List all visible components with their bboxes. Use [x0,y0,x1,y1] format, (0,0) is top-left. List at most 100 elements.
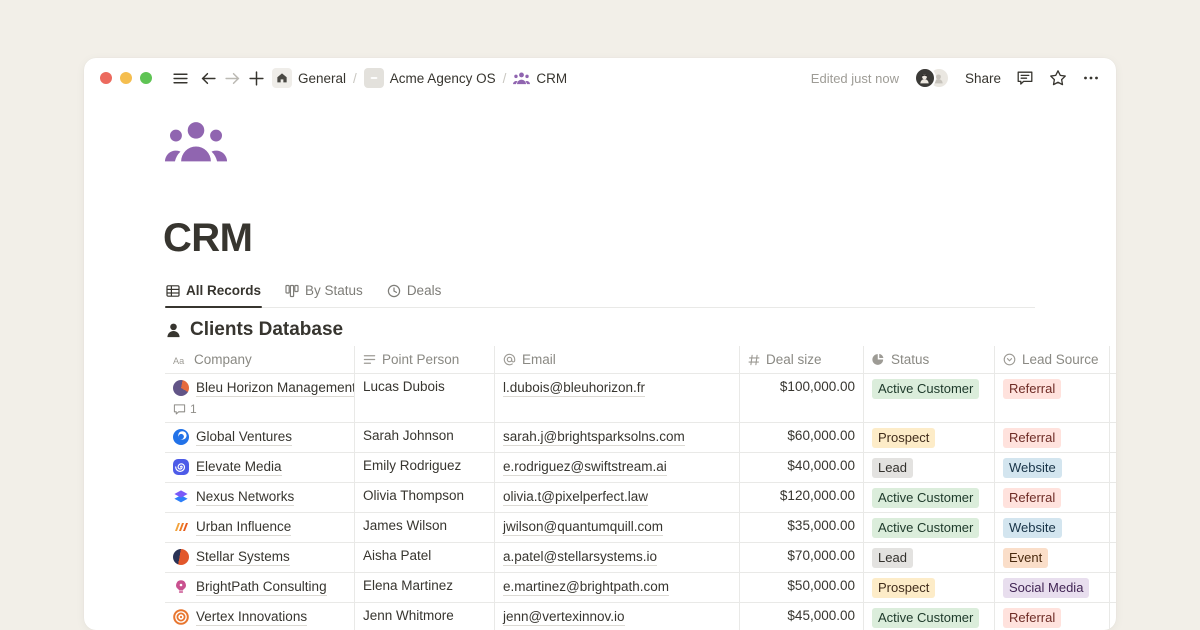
cell-status[interactable]: Prospect [864,423,995,452]
column-header-deal-size[interactable]: Deal size [740,346,864,373]
cell-email[interactable]: e.martinez@brightpath.com [495,573,740,602]
cell-lead-source[interactable]: Referral [995,483,1110,512]
cell-point-person[interactable]: Elena Martinez [355,573,495,602]
cell-deal-size[interactable]: $50,000.00 [740,573,864,602]
cell-point-person[interactable]: Sarah Johnson [355,423,495,452]
column-header-point-person[interactable]: Point Person [355,346,495,373]
source-tag[interactable]: Website [1003,458,1062,478]
forward-button[interactable] [220,66,244,90]
cell-lead-source[interactable]: Event [995,543,1110,572]
status-tag[interactable]: Active Customer [872,488,979,508]
email-link[interactable]: sarah.j@brightsparksolns.com [503,428,685,446]
breadcrumb-item-general[interactable]: General [272,68,346,88]
close-button[interactable] [100,72,112,84]
email-link[interactable]: e.martinez@brightpath.com [503,578,669,596]
status-tag[interactable]: Active Customer [872,608,979,628]
email-link[interactable]: jenn@vertexinnov.io [503,608,625,626]
cell-status[interactable]: Active Customer [864,374,995,422]
company-name[interactable]: Bleu Horizon Management [196,379,355,397]
cell-deal-size[interactable]: $100,000.00 [740,374,864,422]
column-header-company[interactable]: Aa Company [165,346,355,373]
cell-company[interactable]: Urban Influence [165,513,355,542]
source-tag[interactable]: Website [1003,518,1062,538]
source-tag[interactable]: Event [1003,548,1048,568]
cell-email[interactable]: olivia.t@pixelperfect.law [495,483,740,512]
cell-email[interactable]: sarah.j@brightsparksolns.com [495,423,740,452]
cell-lead-source[interactable]: Referral [995,423,1110,452]
company-name[interactable]: Elevate Media [196,458,282,476]
back-button[interactable] [196,66,220,90]
status-tag[interactable]: Active Customer [872,379,979,399]
cell-lead-source[interactable]: Referral [995,374,1110,422]
cell-status[interactable]: Active Customer [864,483,995,512]
cell-lead-source[interactable]: Social Media [995,573,1110,602]
email-link[interactable]: l.dubois@bleuhorizon.fr [503,379,645,397]
cell-company[interactable]: Elevate Media [165,453,355,482]
cell-deal-size[interactable]: $120,000.00 [740,483,864,512]
presence-avatars[interactable] [914,67,950,89]
cell-point-person[interactable]: James Wilson [355,513,495,542]
page-title[interactable]: CRM [163,216,252,261]
cell-deal-size[interactable]: $35,000.00 [740,513,864,542]
cell-email[interactable]: l.dubois@bleuhorizon.fr [495,374,740,422]
more-options-button[interactable] [1082,69,1100,87]
email-link[interactable]: e.rodriguez@swiftstream.ai [503,458,667,476]
comment-count-badge[interactable]: 1 [173,402,197,416]
tab-by-status[interactable]: By Status [284,279,364,307]
column-header-status[interactable]: Status [864,346,995,373]
cell-email[interactable]: e.rodriguez@swiftstream.ai [495,453,740,482]
new-page-button[interactable] [244,66,268,90]
favorite-button[interactable] [1049,69,1067,87]
cell-deal-size[interactable]: $45,000.00 [740,603,864,630]
cell-status[interactable]: Lead [864,543,995,572]
cell-email[interactable]: jenn@vertexinnov.io [495,603,740,630]
company-name[interactable]: Global Ventures [196,428,292,446]
status-tag[interactable]: Active Customer [872,518,979,538]
company-name[interactable]: Urban Influence [196,518,291,536]
cell-company[interactable]: Stellar Systems [165,543,355,572]
column-header-lead-source[interactable]: Lead Source [995,346,1110,373]
zoom-button[interactable] [140,72,152,84]
cell-point-person[interactable]: Aisha Patel [355,543,495,572]
cell-company[interactable]: Vertex Innovations [165,603,355,630]
company-name[interactable]: Stellar Systems [196,548,290,566]
cell-email[interactable]: jwilson@quantumquill.com [495,513,740,542]
cell-lead-source[interactable]: Referral [995,603,1110,630]
minimize-button[interactable] [120,72,132,84]
cell-lead-source[interactable]: Website [995,453,1110,482]
cell-status[interactable]: Prospect [864,573,995,602]
column-header-email[interactable]: Email [495,346,740,373]
share-button[interactable]: Share [965,71,1001,86]
email-link[interactable]: jwilson@quantumquill.com [503,518,663,536]
status-tag[interactable]: Lead [872,458,913,478]
status-tag[interactable]: Prospect [872,428,935,448]
cell-status[interactable]: Active Customer [864,603,995,630]
database-title[interactable]: Clients Database [190,319,343,341]
comments-button[interactable] [1016,69,1034,87]
cell-deal-size[interactable]: $40,000.00 [740,453,864,482]
source-tag[interactable]: Referral [1003,608,1061,628]
status-tag[interactable]: Lead [872,548,913,568]
cell-point-person[interactable]: Emily Rodriguez [355,453,495,482]
cell-email[interactable]: a.patel@stellarsystems.io [495,543,740,572]
company-name[interactable]: Nexus Networks [196,488,294,506]
company-name[interactable]: BrightPath Consulting [196,578,327,596]
cell-company[interactable]: BrightPath Consulting [165,573,355,602]
cell-company[interactable]: Bleu Horizon Management 1 [165,374,355,422]
email-link[interactable]: a.patel@stellarsystems.io [503,548,657,566]
source-tag[interactable]: Referral [1003,379,1061,399]
sidebar-menu-button[interactable] [168,66,192,90]
source-tag[interactable]: Referral [1003,488,1061,508]
email-link[interactable]: olivia.t@pixelperfect.law [503,488,648,506]
source-tag[interactable]: Social Media [1003,578,1089,598]
source-tag[interactable]: Referral [1003,428,1061,448]
cell-point-person[interactable]: Olivia Thompson [355,483,495,512]
cell-company[interactable]: Nexus Networks [165,483,355,512]
cell-point-person[interactable]: Lucas Dubois [355,374,495,422]
page-icon-people-group[interactable] [164,120,228,164]
cell-status[interactable]: Active Customer [864,513,995,542]
tab-deals[interactable]: Deals [386,279,443,307]
company-name[interactable]: Vertex Innovations [196,608,307,626]
cell-deal-size[interactable]: $70,000.00 [740,543,864,572]
tab-all-records[interactable]: All Records [165,279,262,307]
